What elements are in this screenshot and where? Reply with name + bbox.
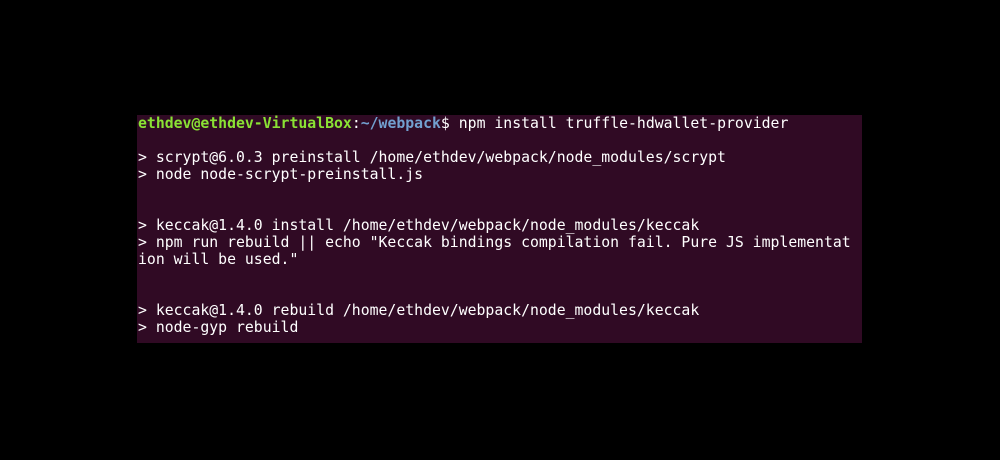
prompt-separator: : (351, 115, 361, 132)
output-line: > node-gyp rebuild (138, 319, 299, 336)
output-line: > keccak@1.4.0 install /home/ethdev/webp… (138, 217, 700, 234)
prompt-line: ethdev@ethdev-VirtualBox:~/webpack$ npm … (138, 115, 788, 132)
output-line: > keccak@1.4.0 rebuild /home/ethdev/webp… (138, 302, 700, 319)
output-line: > node node-scrypt-preinstall.js (138, 166, 424, 183)
output-line: > npm run rebuild || echo "Keccak bindin… (138, 234, 851, 251)
output-line: ion will be used." (138, 251, 299, 268)
prompt-command: npm install truffle-hdwallet-provider (449, 115, 789, 132)
prompt-symbol: $ (440, 115, 450, 132)
terminal-window[interactable]: ethdev@ethdev-VirtualBox:~/webpack$ npm … (137, 115, 862, 343)
prompt-path: ~/webpack (360, 115, 441, 132)
output-line: > scrypt@6.0.3 preinstall /home/ethdev/w… (138, 149, 726, 166)
prompt-user-host: ethdev@ethdev-VirtualBox (138, 115, 352, 132)
